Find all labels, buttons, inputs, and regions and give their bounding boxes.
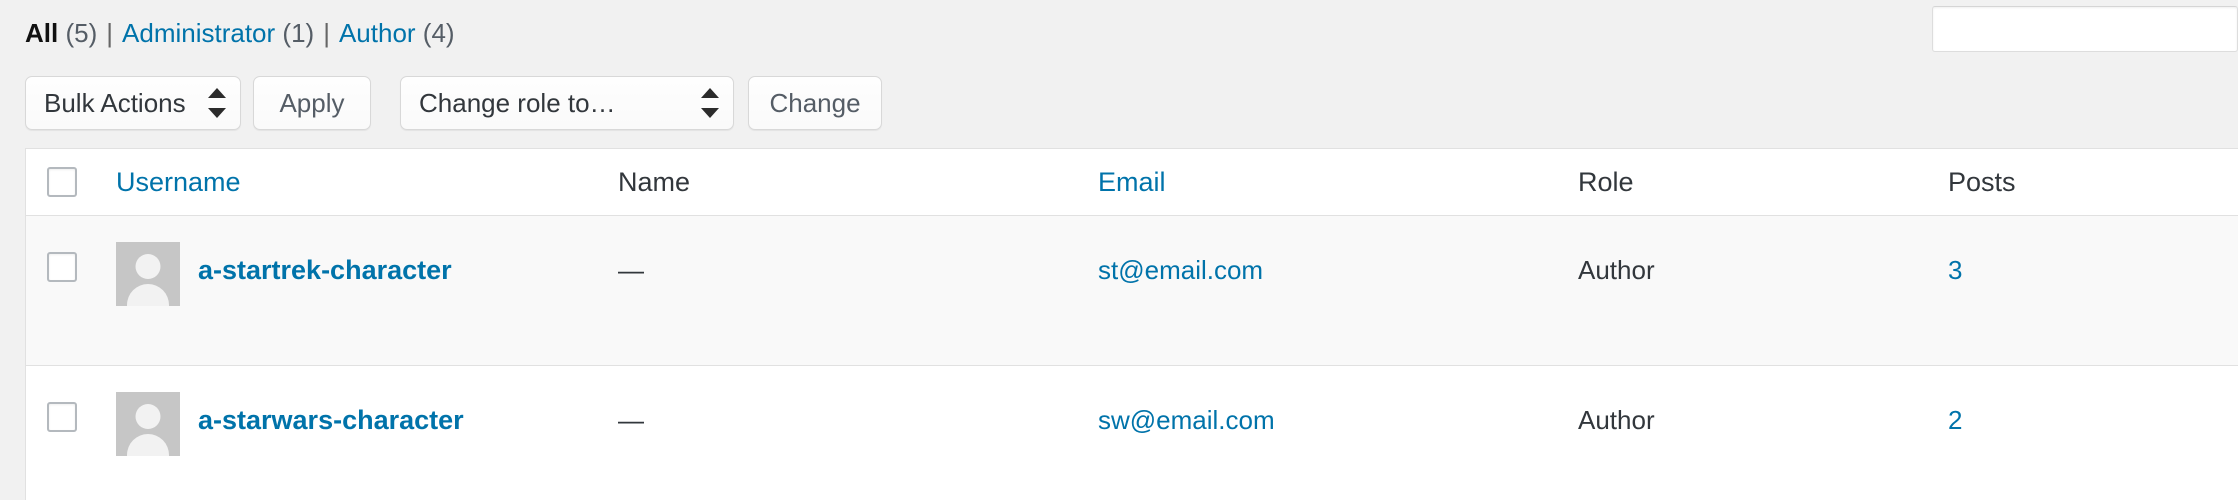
- filter-count-all: (5): [65, 18, 98, 48]
- search-box: [1932, 6, 2238, 52]
- role-cell: Author: [1578, 366, 1948, 452]
- column-header-name: Name: [618, 149, 1098, 215]
- change-role-selected-label: Change role to…: [419, 87, 616, 118]
- apply-button-label: Apply: [279, 87, 345, 118]
- column-header-email-label[interactable]: Email: [1098, 167, 1166, 198]
- column-header-username[interactable]: Username: [98, 149, 618, 215]
- users-table: Username Name Email Role Posts a-startre…: [25, 148, 2238, 500]
- role-value: Author: [1578, 255, 1655, 285]
- posts-cell: 2: [1948, 366, 2228, 452]
- filter-count-author: (4): [422, 18, 455, 48]
- avatar: [116, 392, 180, 456]
- search-input[interactable]: [1932, 6, 2238, 52]
- name-value: —: [618, 255, 644, 285]
- column-header-posts: Posts: [1948, 149, 2228, 215]
- chevron-updown-icon: [208, 88, 226, 118]
- top-bar: All (5) | Administrator (1) | Author (4): [0, 0, 2238, 62]
- username-cell: a-startrek-character: [98, 216, 618, 306]
- filter-link-all[interactable]: All (5): [25, 18, 97, 48]
- column-header-posts-label: Posts: [1948, 166, 2016, 197]
- filter-link-administrator[interactable]: Administrator (1): [122, 18, 314, 48]
- row-select-checkbox[interactable]: [47, 252, 77, 282]
- filter-separator-1: |: [106, 18, 114, 48]
- filter-count-administrator: (1): [282, 18, 315, 48]
- email-cell: st@email.com: [1098, 216, 1578, 302]
- username-cell: a-starwars-character: [98, 366, 618, 456]
- posts-cell: 3: [1948, 216, 2228, 302]
- column-header-role: Role: [1578, 149, 1948, 215]
- role-filter-links: All (5) | Administrator (1) | Author (4): [25, 18, 455, 48]
- table-row: a-starwars-character — sw@email.com Auth…: [26, 366, 2238, 500]
- filter-link-administrator-label[interactable]: Administrator: [122, 18, 275, 48]
- username-link[interactable]: a-starwars-character: [198, 388, 464, 452]
- change-role-button-label: Change: [769, 87, 861, 118]
- filter-link-author-label[interactable]: Author: [339, 18, 416, 48]
- table-row: a-startrek-character — st@email.com Auth…: [26, 216, 2238, 366]
- users-admin-screen: All (5) | Administrator (1) | Author (4) Bul…: [0, 0, 2238, 500]
- select-all-header-cell: [26, 149, 98, 215]
- chevron-updown-icon: [701, 88, 719, 118]
- name-cell: —: [618, 216, 1098, 302]
- table-nav-top: Bulk Actions Apply Change role to… Chang…: [0, 76, 2238, 132]
- email-cell: sw@email.com: [1098, 366, 1578, 452]
- email-link[interactable]: st@email.com: [1098, 238, 1263, 302]
- filter-link-all-label[interactable]: All: [25, 18, 58, 48]
- change-role-button[interactable]: Change: [748, 76, 882, 130]
- table-header-row: Username Name Email Role Posts: [26, 149, 2238, 216]
- row-select-cell: [26, 216, 98, 282]
- filter-separator-2: |: [323, 18, 330, 48]
- select-all-checkbox[interactable]: [47, 167, 77, 197]
- name-cell: —: [618, 366, 1098, 452]
- row-select-checkbox[interactable]: [47, 402, 77, 432]
- column-header-role-label: Role: [1578, 166, 1634, 197]
- column-header-name-label: Name: [618, 166, 691, 197]
- change-role-select[interactable]: Change role to…: [400, 76, 734, 130]
- role-cell: Author: [1578, 216, 1948, 302]
- name-value: —: [618, 405, 644, 435]
- posts-count-link[interactable]: 3: [1948, 238, 1962, 302]
- bulk-actions-selected-label: Bulk Actions: [44, 87, 186, 118]
- posts-count-link[interactable]: 2: [1948, 388, 1962, 452]
- username-link[interactable]: a-startrek-character: [198, 238, 452, 302]
- column-header-username-label[interactable]: Username: [116, 167, 241, 198]
- bulk-actions-select[interactable]: Bulk Actions: [25, 76, 241, 130]
- column-header-email[interactable]: Email: [1098, 149, 1578, 215]
- email-link[interactable]: sw@email.com: [1098, 388, 1275, 452]
- role-value: Author: [1578, 405, 1655, 435]
- avatar: [116, 242, 180, 306]
- row-select-cell: [26, 366, 98, 432]
- apply-button[interactable]: Apply: [253, 76, 371, 130]
- filter-link-author[interactable]: Author (4): [339, 18, 455, 48]
